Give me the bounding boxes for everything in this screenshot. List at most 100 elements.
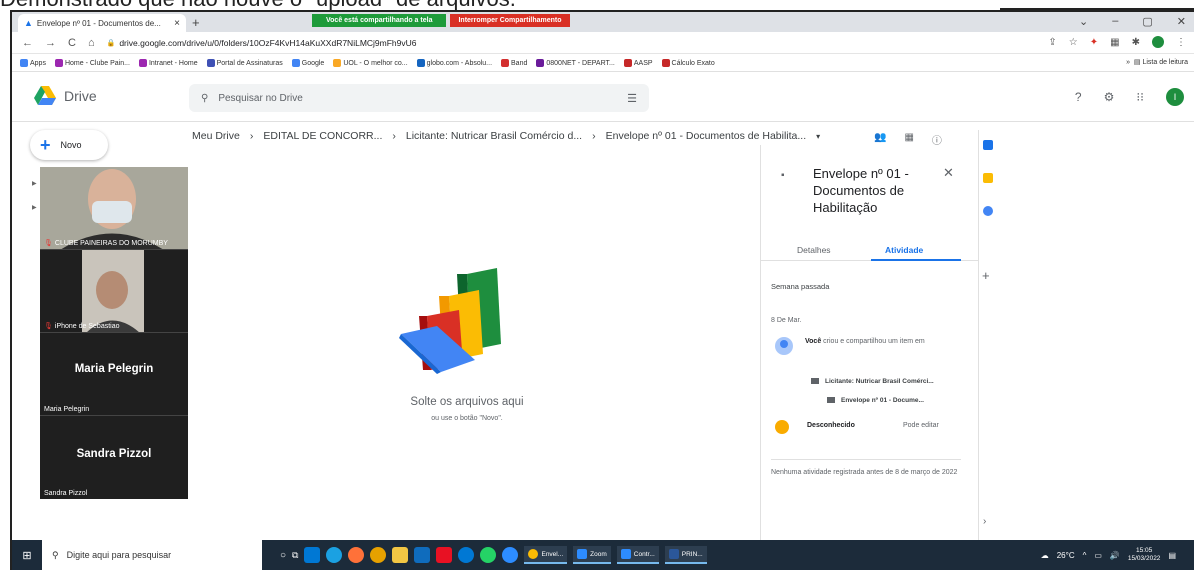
extensions-puzzle-icon[interactable]: ✱	[1132, 37, 1140, 48]
task-view-icon[interactable]: ⧉	[292, 550, 298, 561]
bookmark-item[interactable]: Google	[291, 58, 324, 67]
share-page-icon[interactable]: ⇪	[1048, 37, 1056, 48]
bookmark-item[interactable]: UOL - O melhor co...	[333, 58, 408, 67]
taskbar-window-word[interactable]: PRIN...	[664, 546, 707, 564]
empty-folder-illustration-icon	[399, 268, 501, 374]
tasks-icon[interactable]	[983, 206, 993, 216]
close-tab-icon[interactable]: ×	[174, 18, 180, 29]
breadcrumb-current-folder[interactable]: Envelope nº 01 - Documentos de Habilita.…	[606, 130, 807, 142]
chrome-icon[interactable]	[370, 547, 387, 563]
zoom-video-panel: 🎙 CLUBE PAINEIRAS DO MORUMBY 🎙 iPhone de S…	[40, 167, 188, 499]
weather-temp[interactable]: 26°C	[1057, 551, 1075, 560]
new-button-label: Novo	[60, 140, 82, 150]
drive-logo[interactable]: Drive	[34, 86, 97, 105]
extension-icon[interactable]: ✦	[1090, 37, 1098, 48]
cortana-icon[interactable]: ○	[280, 550, 286, 561]
panel-title: Envelope nº 01 - Documentos de Habilitaç…	[813, 166, 909, 215]
address-bar-row: ← → C ⌂ 🔒 drive.google.com/drive/u/0/fol…	[12, 32, 1194, 54]
bookmark-item[interactable]: Apps	[20, 58, 46, 67]
taskbar-window-zoom-controls[interactable]: Contr...	[616, 546, 659, 564]
breadcrumb-my-drive[interactable]: Meu Drive	[192, 130, 240, 142]
taskbar-search-input[interactable]: Digite aqui para pesquisar	[67, 550, 172, 560]
tray-chevron-icon[interactable]: ^	[1083, 551, 1087, 560]
settings-gear-icon[interactable]: ⚙	[1104, 90, 1115, 104]
new-tab-button[interactable]: +	[192, 15, 200, 30]
app-icon[interactable]	[502, 547, 519, 563]
breadcrumb-edital[interactable]: EDITAL DE CONCORR...	[263, 130, 382, 142]
windows-start-icon[interactable]: ⊞	[12, 549, 42, 562]
keep-icon[interactable]	[983, 173, 993, 183]
bookmark-item[interactable]: Cálculo Exato	[661, 58, 715, 67]
taskbar-window-chrome[interactable]: Envel...	[524, 546, 568, 564]
home-icon[interactable]: ⌂	[88, 37, 95, 49]
back-icon[interactable]: ←	[22, 37, 33, 49]
reading-list[interactable]: » ▤ Lista de leitura	[1126, 58, 1188, 66]
clock[interactable]: 15:05 15/03/2022	[1128, 547, 1161, 563]
skype-icon[interactable]	[458, 547, 475, 563]
app-icon[interactable]	[304, 547, 321, 563]
search-icon[interactable]: ⚲	[201, 93, 208, 104]
drive-search-bar[interactable]: ⚲ Pesquisar no Drive ☰	[189, 84, 649, 112]
bookmarks-bar: Apps Home - Clube Pain... Intranet - Home P…	[12, 54, 1194, 72]
bookmark-star-icon[interactable]: ☆	[1069, 37, 1078, 48]
profile-icon[interactable]	[1152, 36, 1164, 48]
outlook-icon[interactable]	[414, 547, 431, 563]
bookmark-item[interactable]: AASP	[623, 58, 653, 67]
expand-arrow-icon[interactable]: ▶	[32, 172, 37, 196]
participant-tile-iphone[interactable]: 🎙 iPhone de Sebastiao	[40, 250, 188, 333]
menu-kebab-icon[interactable]: ⋮	[1176, 37, 1186, 48]
participant-tile-clube[interactable]: 🎙 CLUBE PAINEIRAS DO MORUMBY	[40, 167, 188, 250]
tab-activity[interactable]: Atividade	[885, 245, 923, 255]
url-field[interactable]: 🔒 drive.google.com/drive/u/0/folders/10O…	[107, 38, 417, 48]
volume-icon[interactable]: 🔊	[1110, 551, 1120, 560]
expand-arrow-icon[interactable]: ▶	[32, 196, 37, 220]
close-panel-icon[interactable]: ✕	[943, 165, 954, 181]
calendar-icon[interactable]	[983, 140, 993, 150]
bookmark-item[interactable]: Portal de Assinaturas	[206, 58, 283, 67]
activity-folder-item[interactable]: Envelope nº 01 - Docume...	[827, 397, 924, 404]
drive-logo-text: Drive	[64, 87, 97, 104]
bookmark-item[interactable]: Home - Clube Pain...	[54, 58, 130, 67]
activity-folder-item[interactable]: Licitante: Nutricar Brasil Comérci...	[811, 378, 934, 385]
bookmark-favicon-icon	[291, 58, 300, 67]
tab-details[interactable]: Detalhes	[797, 245, 831, 255]
help-icon[interactable]: ?	[1075, 90, 1082, 104]
search-input[interactable]: Pesquisar no Drive	[218, 93, 302, 104]
stop-sharing-button[interactable]: Interromper Compartilhamento	[450, 13, 570, 27]
chevron-down-icon[interactable]: ▾	[816, 132, 820, 141]
reload-icon[interactable]: C	[68, 37, 76, 49]
app-icon[interactable]	[436, 547, 453, 563]
taskbar-search[interactable]: ⚲ Digite aqui para pesquisar	[42, 540, 262, 570]
notifications-icon[interactable]: ▤	[1168, 551, 1176, 560]
expand-panel-icon[interactable]: ›	[983, 516, 986, 527]
add-addon-icon[interactable]: +	[982, 268, 990, 283]
minimize-button[interactable]: –	[1112, 15, 1118, 28]
bookmark-label: Band	[511, 59, 528, 67]
bookmark-item[interactable]: Band	[501, 58, 528, 67]
browser-tab[interactable]: ▲ Envelope nº 01 - Documentos de... ×	[18, 14, 186, 32]
participant-tile-sandra[interactable]: Sandra Pizzol Sandra Pizzol	[40, 416, 188, 499]
tab-search-icon[interactable]: ⌄	[1079, 15, 1088, 28]
firefox-icon[interactable]	[348, 547, 365, 563]
bookmark-item[interactable]: 0800NET - DEPART...	[536, 58, 615, 67]
breadcrumb-licitante[interactable]: Licitante: Nutricar Brasil Comércio d...	[406, 130, 582, 142]
explorer-icon[interactable]	[392, 547, 409, 563]
side-addons-bar: + ›	[978, 130, 998, 550]
forward-icon[interactable]: →	[45, 37, 56, 49]
weather-icon[interactable]: ☁	[1041, 551, 1049, 560]
zoom-icon	[577, 549, 588, 559]
edge-icon[interactable]	[326, 547, 343, 563]
maximize-button[interactable]: ▢	[1142, 15, 1152, 28]
participant-tile-maria[interactable]: Maria Pelegrin Maria Pelegrin	[40, 333, 188, 416]
apps-grid-icon[interactable]: ⁝⁝	[1136, 90, 1144, 104]
new-button[interactable]: + Novo	[30, 130, 108, 160]
bookmark-item[interactable]: Intranet - Home	[138, 58, 198, 67]
bookmark-item[interactable]: globo.com - Absolu...	[416, 58, 492, 67]
extension2-icon[interactable]: ▦	[1110, 37, 1119, 48]
account-avatar[interactable]: I	[1166, 88, 1184, 106]
whatsapp-icon[interactable]	[480, 547, 497, 563]
network-icon[interactable]: ▭	[1094, 551, 1102, 560]
close-window-button[interactable]: ✕	[1177, 15, 1186, 28]
taskbar-window-zoom[interactable]: Zoom	[573, 546, 611, 564]
search-options-icon[interactable]: ☰	[627, 92, 637, 105]
